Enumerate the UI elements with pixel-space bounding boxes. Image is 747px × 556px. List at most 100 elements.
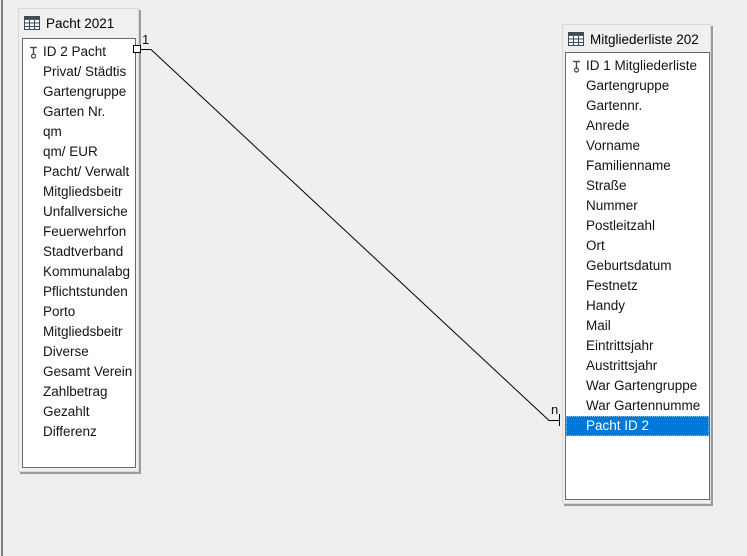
key-column-spacer xyxy=(23,202,43,222)
field-row[interactable]: Anrede xyxy=(566,116,709,136)
field-row[interactable]: Festnetz xyxy=(566,276,709,296)
field-list: ID 1 Mitgliederliste Gartengruppe Gartennr… xyxy=(565,52,710,500)
field-row[interactable]: Austrittsjahr xyxy=(566,356,709,376)
key-column-spacer xyxy=(566,176,586,196)
field-row[interactable]: Zahlbetrag xyxy=(23,382,135,402)
field-row[interactable]: Unfallversiche xyxy=(23,202,135,222)
field-row[interactable]: Postleitzahl xyxy=(566,216,709,236)
key-column-spacer xyxy=(23,342,43,362)
field-row[interactable]: Garten Nr. xyxy=(23,102,135,122)
field-row[interactable]: Stadtverband xyxy=(23,242,135,262)
field-name: Kommunalabg xyxy=(43,264,131,279)
field-name: Anrede xyxy=(586,118,630,133)
field-row[interactable]: Gartengruppe xyxy=(566,76,709,96)
table-icon xyxy=(568,32,584,46)
key-column-spacer xyxy=(23,162,43,182)
key-column-spacer xyxy=(566,276,586,296)
field-name: Nummer xyxy=(586,198,638,213)
key-column-spacer xyxy=(566,156,586,176)
field-row[interactable]: Gartennr. xyxy=(566,96,709,116)
field-row[interactable]: Pacht ID 2 xyxy=(566,416,709,436)
field-row[interactable]: Mitgliedsbeitr xyxy=(23,322,135,342)
field-row[interactable]: Ort xyxy=(566,236,709,256)
field-row[interactable]: Eintrittsjahr xyxy=(566,336,709,356)
table-title: Pacht 2021 xyxy=(46,15,115,31)
field-row[interactable]: qm xyxy=(23,122,135,142)
field-row[interactable]: Mail xyxy=(566,316,709,336)
field-row[interactable]: Geburtsdatum xyxy=(566,256,709,276)
field-name: Gartengruppe xyxy=(43,84,127,99)
field-name: Porto xyxy=(43,304,76,319)
field-row[interactable]: Nummer xyxy=(566,196,709,216)
key-column-spacer xyxy=(566,136,586,156)
field-row[interactable]: Feuerwehrfon xyxy=(23,222,135,242)
field-row[interactable]: Familienname xyxy=(566,156,709,176)
table-window-mitgliederliste[interactable]: Mitgliederliste 202 ID 1 Mitgliederliste… xyxy=(562,24,711,504)
field-row[interactable]: Privat/ Städtis xyxy=(23,62,135,82)
field-row[interactable]: Straße xyxy=(566,176,709,196)
table-window-pacht[interactable]: Pacht 2021 ID 2 Pacht Privat/ Städtis Gart… xyxy=(18,8,139,472)
key-column-spacer xyxy=(23,382,43,402)
field-row[interactable]: War Gartennumme xyxy=(566,396,709,416)
field-name: War Gartengruppe xyxy=(586,378,698,393)
field-name: Unfallversiche xyxy=(43,204,128,219)
key-column-spacer xyxy=(566,376,586,396)
field-row[interactable]: Gezahlt xyxy=(23,402,135,422)
key-column-spacer xyxy=(23,242,43,262)
field-name: Diverse xyxy=(43,344,89,359)
table-title: Mitgliederliste 202 xyxy=(590,31,699,47)
field-name: Familienname xyxy=(586,158,671,173)
field-row[interactable]: Mitgliedsbeitr xyxy=(23,182,135,202)
field-name: ID 1 Mitgliederliste xyxy=(586,58,698,73)
field-name: Mitgliedsbeitr xyxy=(43,324,123,339)
field-name: Handy xyxy=(586,298,626,313)
key-column-spacer xyxy=(566,336,586,356)
field-name: Gesamt Verein xyxy=(43,364,133,379)
primary-key-icon xyxy=(566,56,586,76)
key-column-spacer xyxy=(23,122,43,142)
key-column-spacer xyxy=(566,296,586,316)
field-row[interactable]: Pacht/ Verwalt xyxy=(23,162,135,182)
key-column-spacer xyxy=(23,322,43,342)
field-row[interactable]: Vorname xyxy=(566,136,709,156)
key-column-spacer xyxy=(566,236,586,256)
key-column-spacer xyxy=(23,422,43,442)
field-name: Vorname xyxy=(586,138,641,153)
field-name: Ort xyxy=(586,238,605,253)
cardinality-one-label: 1 xyxy=(142,32,150,47)
key-column-spacer xyxy=(23,142,43,162)
field-name: Festnetz xyxy=(586,278,638,293)
cardinality-many-label: n xyxy=(551,402,559,417)
field-row[interactable]: Pflichtstunden xyxy=(23,282,135,302)
key-column-spacer xyxy=(23,222,43,242)
key-column-spacer xyxy=(23,362,43,382)
table-titlebar[interactable]: Mitgliederliste 202 xyxy=(563,25,710,53)
key-column-spacer xyxy=(566,196,586,216)
field-name: War Gartennumme xyxy=(586,398,701,413)
field-name: Austrittsjahr xyxy=(586,358,658,373)
field-row[interactable]: Gesamt Verein xyxy=(23,362,135,382)
field-name: Zahlbetrag xyxy=(43,384,108,399)
field-row[interactable]: ID 2 Pacht xyxy=(23,42,135,62)
field-name: Pacht ID 2 xyxy=(586,418,650,433)
field-row[interactable]: ID 1 Mitgliederliste xyxy=(566,56,709,76)
field-name: Pflichtstunden xyxy=(43,284,128,299)
key-column-spacer xyxy=(566,396,586,416)
field-row[interactable]: War Gartengruppe xyxy=(566,376,709,396)
field-row[interactable]: qm/ EUR xyxy=(23,142,135,162)
field-row[interactable]: Kommunalabg xyxy=(23,262,135,282)
field-row[interactable]: Diverse xyxy=(23,342,135,362)
field-row[interactable]: Differenz xyxy=(23,422,135,442)
key-column-spacer xyxy=(23,182,43,202)
field-name: Postleitzahl xyxy=(586,218,656,233)
canvas-left-edge xyxy=(1,0,3,556)
field-row[interactable]: Gartengruppe xyxy=(23,82,135,102)
table-titlebar[interactable]: Pacht 2021 xyxy=(19,9,138,37)
key-column-spacer xyxy=(566,76,586,96)
key-column-spacer xyxy=(23,282,43,302)
key-column-spacer xyxy=(566,256,586,276)
field-name: Mail xyxy=(586,318,611,333)
field-name: Gartengruppe xyxy=(586,78,670,93)
field-row[interactable]: Porto xyxy=(23,302,135,322)
field-row[interactable]: Handy xyxy=(566,296,709,316)
